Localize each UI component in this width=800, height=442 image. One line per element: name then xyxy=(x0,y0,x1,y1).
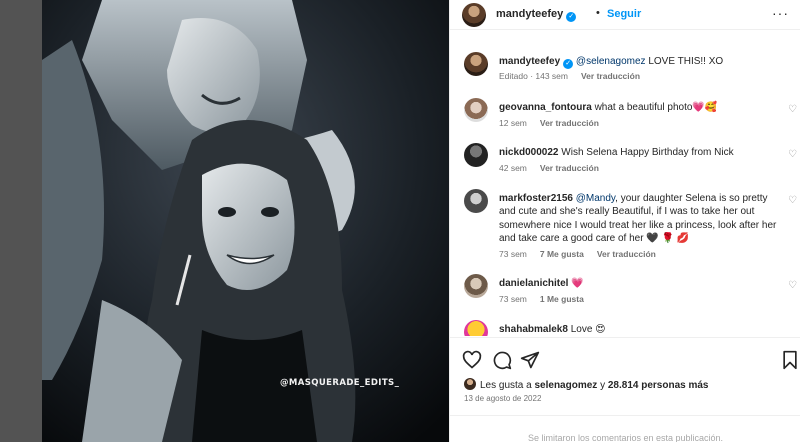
commenter-avatar[interactable] xyxy=(464,274,488,298)
comment-message: Love 😍 xyxy=(567,324,606,335)
author-avatar[interactable] xyxy=(462,3,486,27)
comment-time: 73 sem xyxy=(499,294,527,304)
comment-meta: 42 sem Ver traducción xyxy=(499,163,612,173)
follow-button[interactable]: Seguir xyxy=(607,8,641,20)
more-icon[interactable]: ··· xyxy=(772,5,789,21)
comment-likes[interactable]: 1 Me gusta xyxy=(540,294,584,304)
comment-message: Wish Selena Happy Birthday from Nick xyxy=(558,147,734,158)
caption-time: Editado · 143 sem xyxy=(499,71,568,81)
comment-meta: 73 sem 1 Me gusta xyxy=(499,294,597,304)
commenter-avatar[interactable] xyxy=(464,320,488,336)
commenter-avatar[interactable] xyxy=(464,143,488,167)
comment-username[interactable]: nickd000022 xyxy=(499,147,559,158)
see-translation-link[interactable]: Ver traducción xyxy=(597,249,656,259)
comment-text: geovanna_fontoura what a beautiful photo… xyxy=(499,101,779,114)
commenter-avatar[interactable] xyxy=(464,189,488,213)
comment-message: 💗 xyxy=(568,278,584,289)
comment-username[interactable]: shahabmalek8 xyxy=(499,324,568,335)
backdrop xyxy=(0,0,42,442)
liker-avatar[interactable] xyxy=(464,378,476,390)
comment-meta: 12 sem Ver traducción xyxy=(499,118,612,128)
heart-icon[interactable]: ♡ xyxy=(788,104,797,115)
post-photo[interactable]: @MASQUERADE_EDITS_ xyxy=(42,0,449,442)
author-username[interactable]: mandyteefey ✓ xyxy=(496,8,577,22)
photo-illustration xyxy=(42,0,449,442)
likes-mid: y xyxy=(597,380,608,391)
comment-mention[interactable]: @Mandy xyxy=(576,193,615,204)
caption-mention[interactable]: @selenagomez xyxy=(576,56,646,67)
comment-text: nickd000022 Wish Selena Happy Birthday f… xyxy=(499,146,779,159)
caption-message: LOVE THIS!! XO xyxy=(645,56,724,67)
likes-count[interactable]: 28.814 personas más xyxy=(608,380,709,391)
comment-username[interactable]: markfoster2156 xyxy=(499,193,573,204)
post-header: mandyteefey ✓ • Seguir ··· xyxy=(450,0,800,30)
caption-avatar[interactable] xyxy=(464,52,488,76)
comment-text: shahabmalek8 Love 😍 xyxy=(499,323,779,336)
heart-icon[interactable]: ♡ xyxy=(788,280,797,291)
comment-text: danielanichitel 💗 xyxy=(499,277,779,290)
caption-meta: Editado · 143 sem Ver traducción xyxy=(499,71,653,81)
comment-text: markfoster2156 @Mandy, your daughter Sel… xyxy=(499,192,779,245)
comment-username[interactable]: danielanichitel xyxy=(499,278,568,289)
heart-icon[interactable]: ♡ xyxy=(788,195,797,206)
caption-username[interactable]: mandyteefey xyxy=(499,56,560,67)
liker-username[interactable]: selenagomez xyxy=(534,380,597,391)
comment-time: 73 sem xyxy=(499,249,527,259)
likes-summary: Les gusta a selenagomez y 28.814 persona… xyxy=(464,378,708,391)
comment-time: 42 sem xyxy=(499,163,527,173)
save-icon[interactable] xyxy=(780,350,800,370)
verified-icon: ✓ xyxy=(563,59,574,69)
comment-message: what a beautiful photo💗🥰 xyxy=(591,102,718,113)
see-translation-link[interactable]: Ver traducción xyxy=(540,163,599,173)
comment-username[interactable]: geovanna_fontoura xyxy=(499,102,592,113)
share-icon[interactable] xyxy=(520,350,540,370)
post-date[interactable]: 13 de agosto de 2022 xyxy=(464,394,541,403)
likes-prefix: Les gusta a xyxy=(480,380,535,391)
commenter-avatar[interactable] xyxy=(464,98,488,122)
comment-likes[interactable]: 7 Me gusta xyxy=(540,249,584,259)
action-bar xyxy=(450,337,800,377)
comments-list[interactable]: mandyteefey ✓ @selenagomez LOVE THIS!! XO… xyxy=(450,44,800,336)
author-username-text[interactable]: mandyteefey xyxy=(496,8,563,20)
verified-icon: ✓ xyxy=(566,12,577,22)
comment-meta: 73 sem 7 Me gusta Ver traducción xyxy=(499,249,669,259)
header-separator: • xyxy=(596,7,600,19)
see-translation-link[interactable]: Ver traducción xyxy=(540,118,599,128)
heart-icon[interactable]: ♡ xyxy=(788,149,797,160)
photo-watermark: @MASQUERADE_EDITS_ xyxy=(280,378,400,388)
comments-limited-notice: Se limitaron los comentarios en esta pub… xyxy=(450,415,800,442)
post-side-panel: mandyteefey ✓ • Seguir ··· mandyteefey ✓ @… xyxy=(449,0,800,442)
heart-icon[interactable] xyxy=(462,350,482,370)
caption-text: mandyteefey ✓ @selenagomez LOVE THIS!! XO xyxy=(499,55,779,69)
comment-time: 12 sem xyxy=(499,118,527,128)
see-translation-link[interactable]: Ver traducción xyxy=(581,71,640,81)
comment-icon[interactable] xyxy=(492,350,512,370)
